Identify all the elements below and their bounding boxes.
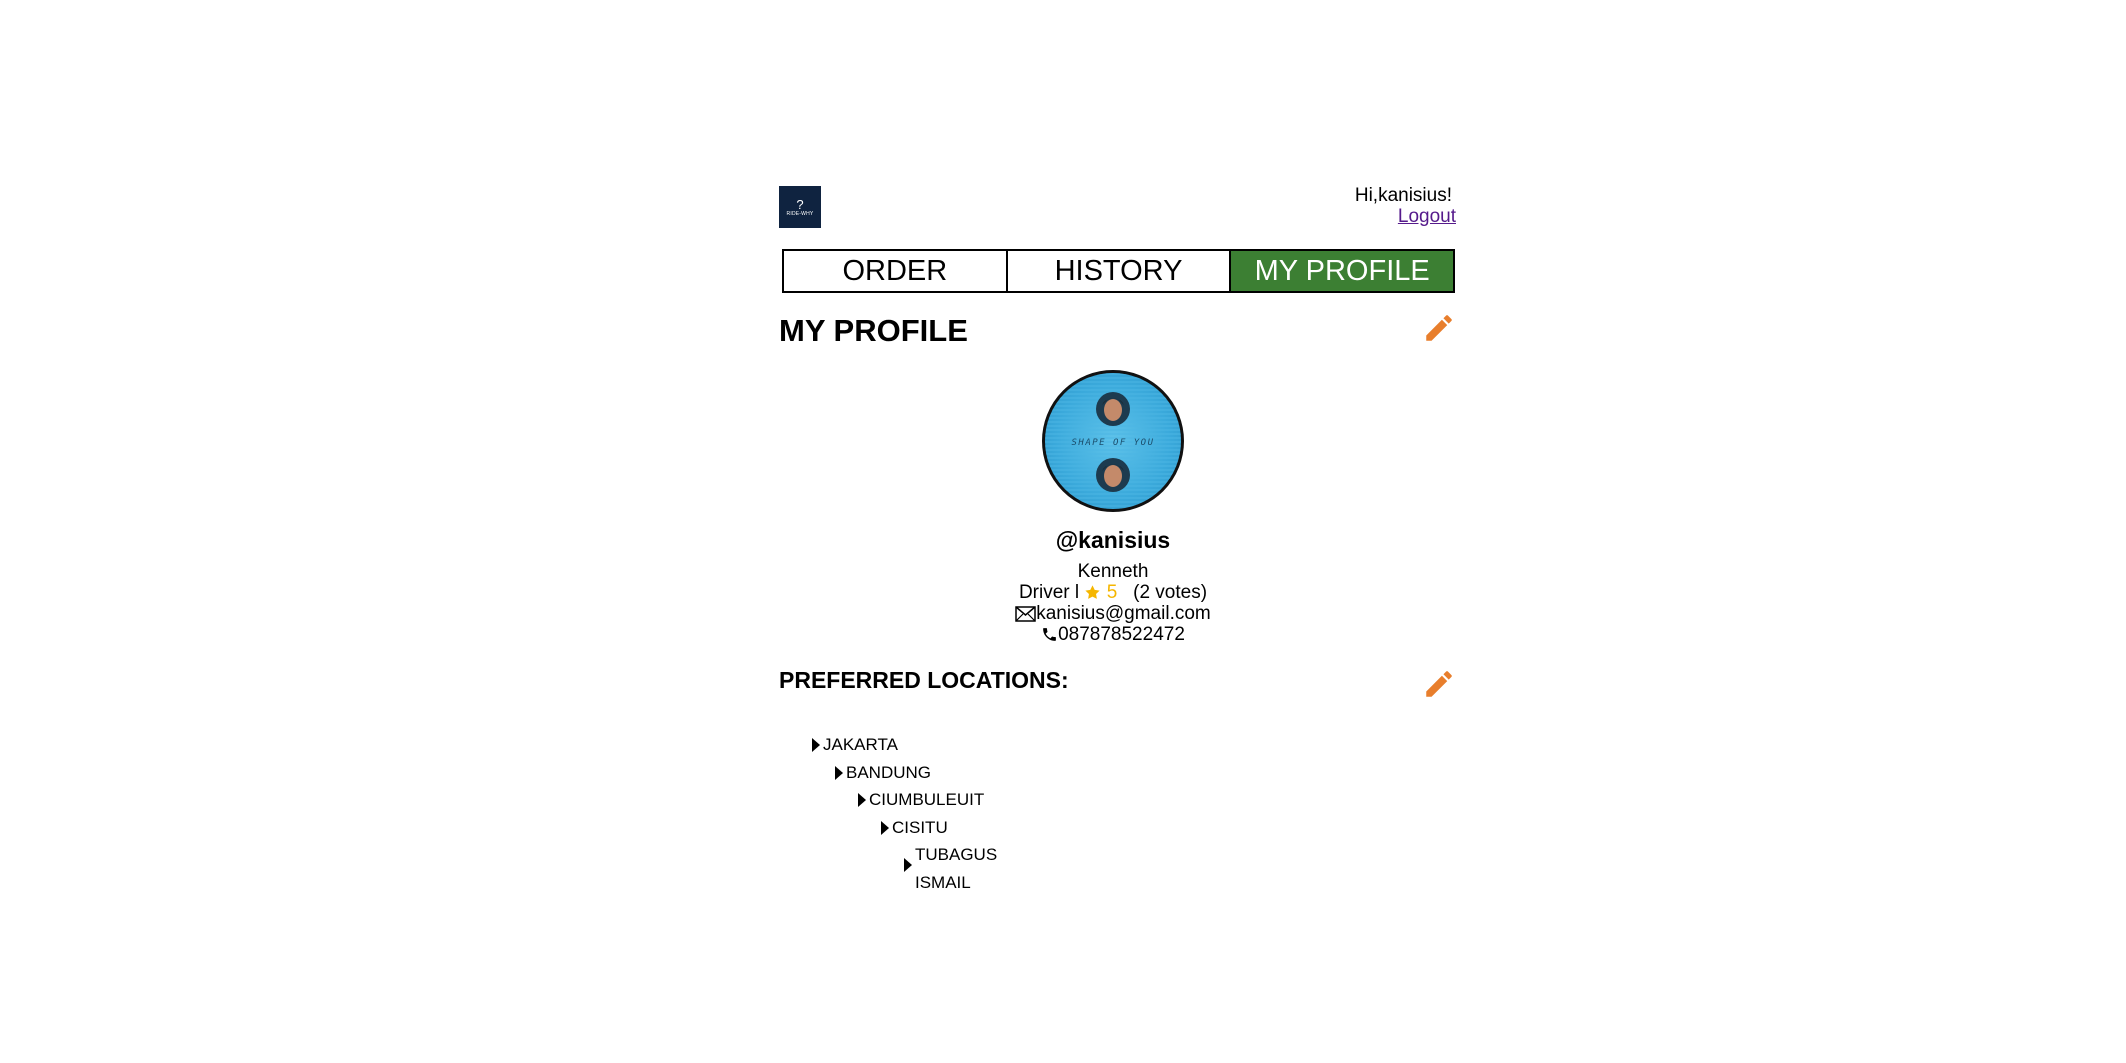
location-item-ciumbuleuit[interactable]: CIUMBULEUIT: [858, 790, 984, 810]
location-item-bandung[interactable]: BANDUNG: [835, 763, 931, 783]
app-logo[interactable]: ? RIDE-WHY: [779, 186, 821, 228]
rating-votes: (2 votes): [1133, 582, 1208, 603]
envelope-icon: [1015, 606, 1036, 622]
profile-phone-row: 087878522472: [913, 624, 1313, 645]
profile-full-name: Kenneth: [1077, 561, 1149, 582]
triangle-right-icon: [812, 738, 820, 752]
profile-email: kanisius@gmail.com: [1036, 603, 1211, 624]
page-title: MY PROFILE: [779, 313, 968, 348]
location-item-cisitu[interactable]: CISITU: [881, 818, 948, 838]
edit-locations-pencil-icon[interactable]: [1422, 667, 1456, 701]
tab-order[interactable]: ORDER: [784, 251, 1006, 291]
triangle-right-icon: [858, 793, 866, 807]
profile-role: Driver: [1018, 582, 1070, 603]
location-label-line1: TUBAGUS: [915, 845, 998, 864]
tab-history[interactable]: HISTORY: [1005, 251, 1230, 291]
page: ? RIDE-WHY Hi,kanisius! Logout ORDER HIS…: [0, 0, 2126, 1063]
phone-icon: [1043, 628, 1056, 641]
tab-my-profile[interactable]: MY PROFILE: [1229, 251, 1454, 291]
profile-email-row: kanisius@gmail.com: [913, 603, 1313, 624]
logout-link[interactable]: Logout: [1398, 206, 1456, 227]
location-label: BANDUNG: [846, 763, 932, 782]
triangle-right-icon: [904, 858, 912, 872]
user-greeting-block: Hi,kanisius! Logout: [1355, 185, 1456, 227]
rating-value: 5: [1106, 582, 1118, 603]
edit-profile-pencil-icon[interactable]: [1422, 311, 1456, 345]
greeting-text: Hi,kanisius!: [1354, 185, 1452, 206]
profile-username: @kanisius: [1055, 527, 1171, 553]
star-icon: [1085, 585, 1101, 599]
location-label: CIUMBULEUIT: [869, 790, 985, 809]
triangle-right-icon: [881, 821, 889, 835]
preferred-locations-title: PREFERRED LOCATIONS:: [779, 667, 1069, 693]
profile-phone: 087878522472: [1058, 624, 1185, 645]
profile-role-rating: Driver l 5 (2 votes): [913, 582, 1313, 603]
location-label: CISITU: [892, 818, 948, 837]
location-label-line2: ISMAIL: [915, 873, 971, 892]
location-label: TUBAGUS ISMAIL: [915, 841, 997, 897]
avatar-caption: SHAPE OF YOU: [1071, 438, 1154, 448]
avatar-image: SHAPE OF YOU: [1045, 373, 1181, 509]
location-label: JAKARTA: [823, 735, 898, 754]
location-item-tubagus-ismail[interactable]: TUBAGUS ISMAIL: [904, 845, 997, 897]
profile-avatar: SHAPE OF YOU: [1042, 370, 1184, 512]
triangle-right-icon: [835, 766, 843, 780]
role-separator: l: [1074, 582, 1080, 603]
location-item-jakarta[interactable]: JAKARTA: [812, 735, 898, 755]
logo-symbol: ?: [796, 196, 804, 212]
main-tabs: ORDER HISTORY MY PROFILE: [782, 249, 1455, 293]
logo-text: RIDE-WHY: [786, 210, 814, 217]
